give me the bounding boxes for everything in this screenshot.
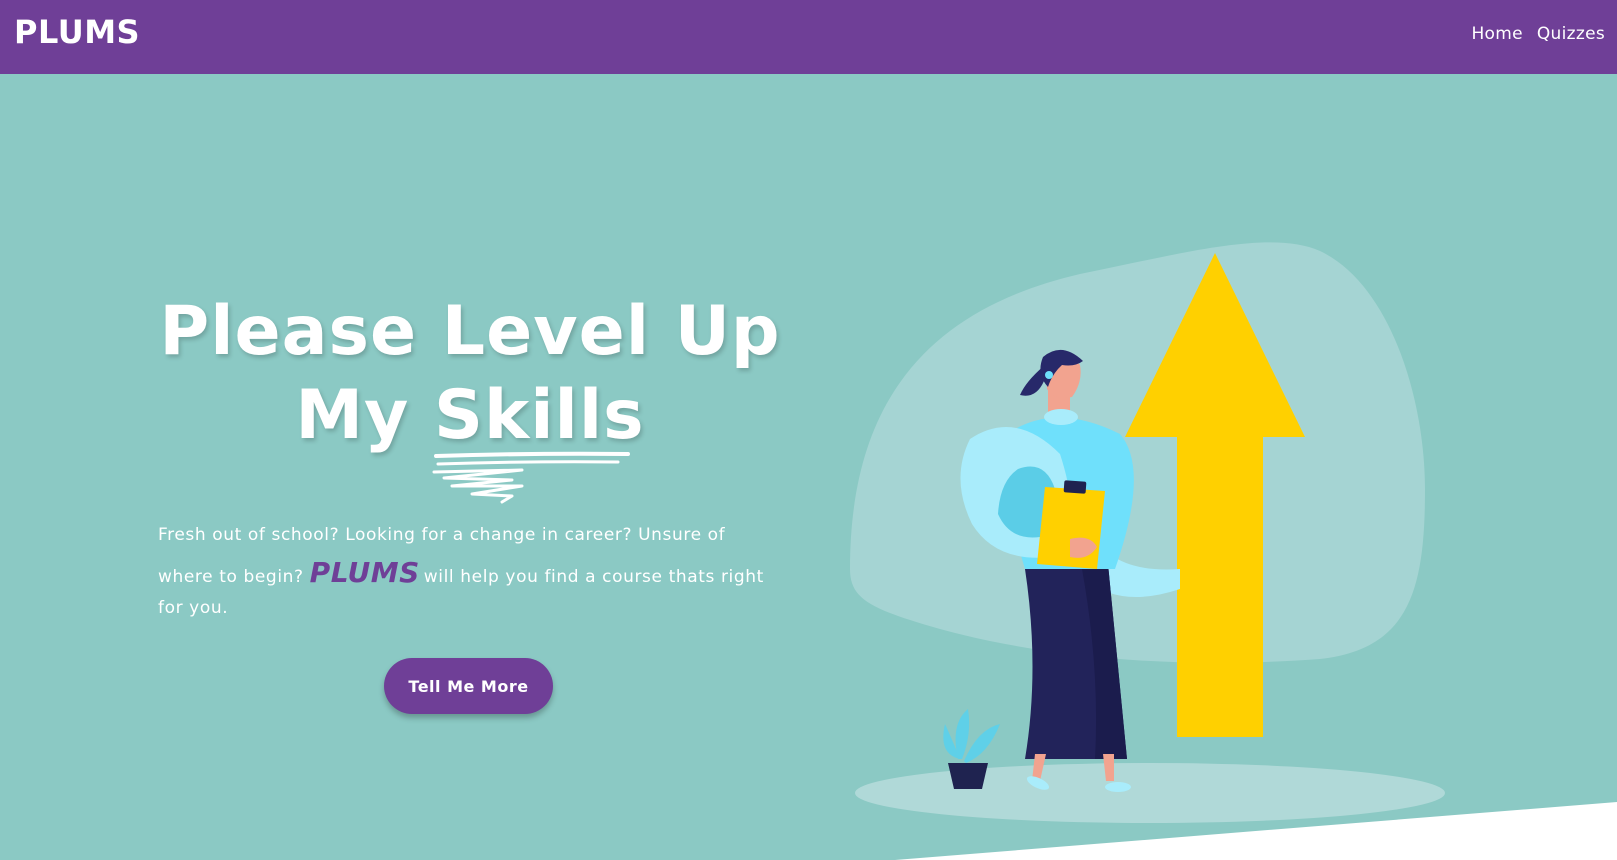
headline-skills-text: Skills — [434, 376, 645, 455]
background-blob — [850, 242, 1425, 663]
tell-me-more-button[interactable]: Tell Me More — [384, 658, 553, 714]
nav-links: Home Quizzes — [1471, 24, 1605, 44]
level-up-illustration — [850, 242, 1445, 823]
tagline-line-1: Fresh out of school? Looking for a chang… — [158, 525, 726, 545]
tagline-line-2: where to begin? PLUMS will help you find … — [158, 554, 778, 596]
scribble-underline-decoration — [432, 451, 631, 504]
tagline-brand-name: PLUMS — [309, 556, 420, 589]
tagline-after-brand: will help you find a course thats right — [423, 567, 764, 587]
hero-tagline: Fresh out of school? Looking for a chang… — [158, 516, 778, 620]
ground-shadow — [855, 763, 1445, 823]
headline-emphasis-word: Skills — [432, 374, 645, 504]
nav-link-quizzes[interactable]: Quizzes — [1537, 24, 1605, 44]
nav-link-home[interactable]: Home — [1471, 24, 1522, 44]
hero-headline: Please Level Up My Skills — [110, 290, 830, 504]
tagline-before-brand: where to begin? — [158, 567, 304, 587]
brand-logo[interactable]: PLUMS — [14, 13, 140, 51]
top-navbar: PLUMS Home Quizzes — [0, 0, 1617, 74]
headline-line-1: Please Level Up — [159, 292, 781, 371]
headline-line-2-prefix: My — [295, 376, 435, 455]
tagline-line-3: for you. — [158, 598, 229, 618]
hero-section: Please Level Up My Skills Fresh out of s… — [0, 74, 1617, 860]
